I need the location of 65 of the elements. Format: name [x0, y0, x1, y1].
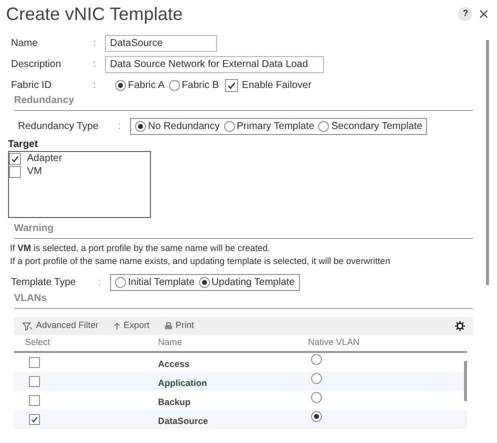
scrollbar[interactable]: [486, 40, 489, 285]
field-label: Target: [8, 139, 38, 151]
column-header: Select: [24, 336, 52, 350]
toolbar-button[interactable]: Print: [164, 319, 194, 333]
option-label: Secondary Template: [331, 120, 422, 134]
radio-button[interactable]: [198, 276, 210, 288]
table-cell: Backup: [158, 396, 191, 406]
table-cell: Access: [158, 358, 190, 368]
checkbox[interactable]: [29, 395, 40, 406]
upload-arrow-icon: [112, 322, 121, 330]
checkbox[interactable]: [9, 166, 21, 178]
close-button[interactable]: ×: [478, 5, 489, 23]
toolbar-button[interactable]: Export: [112, 319, 150, 333]
option-label: Fabric B: [182, 78, 219, 92]
table-cell: DataSource: [158, 416, 208, 426]
scrollbar[interactable]: [464, 361, 467, 401]
option-label: Fabric A: [128, 78, 165, 92]
filter-icon: [22, 322, 33, 330]
field-label: Fabric ID: [10, 78, 53, 92]
colon: :: [98, 276, 101, 290]
radio-button[interactable]: [115, 276, 126, 288]
radio-button[interactable]: [168, 80, 180, 90]
checkbox[interactable]: [29, 376, 40, 387]
toolbar-button[interactable]: Advanced Filter: [22, 319, 99, 333]
table-cell: Application: [158, 378, 207, 388]
colon: :: [118, 120, 121, 134]
section-heading: Warning: [14, 223, 54, 234]
option-label: Primary Template: [236, 120, 314, 134]
section-heading: VLANs: [14, 293, 47, 304]
option-label: No Redundancy: [148, 120, 220, 134]
dialog-title: Create vNIC Template: [6, 2, 183, 26]
radio-button[interactable]: [224, 120, 235, 132]
help-button[interactable]: ?: [458, 7, 472, 21]
checkbox[interactable]: [224, 78, 238, 92]
warning-text: If a port profile of the same name exists, and updating template is selected, it will be overwritten: [10, 255, 390, 268]
name-field[interactable]: DataSource: [105, 34, 217, 52]
checkbox-label: Enable Failover: [242, 78, 312, 92]
section-heading: Redundancy: [14, 95, 74, 106]
radio-button[interactable]: [311, 354, 322, 365]
radio-button[interactable]: [311, 373, 322, 384]
colon: :: [93, 58, 96, 72]
list-item-label: Adapter: [27, 152, 62, 166]
option-label: Updating Template: [212, 276, 295, 290]
radio-button[interactable]: [318, 120, 330, 132]
colon: :: [93, 36, 96, 50]
option-label: Initial Template: [128, 276, 195, 290]
field-label: Description: [10, 58, 62, 72]
radio-button[interactable]: [135, 120, 146, 132]
column-header: Native VLAN: [308, 336, 361, 350]
column-header: Name: [158, 336, 184, 350]
colon: :: [93, 78, 96, 92]
checkbox[interactable]: [29, 414, 40, 425]
printer-icon: [164, 322, 173, 330]
radio-button[interactable]: [311, 392, 322, 403]
list-item-label: VM: [27, 165, 42, 179]
settings-icon[interactable]: [455, 321, 465, 331]
checkbox[interactable]: [29, 357, 40, 368]
description-field[interactable]: Data Source Network for External Data Load: [105, 56, 324, 72]
field-label: Template Type: [10, 276, 77, 290]
warning-text: If VM is selected, a port profile by the same name will be created.: [10, 242, 270, 255]
field-label: Name: [10, 36, 39, 50]
field-label: Redundancy Type: [17, 120, 100, 134]
radio-button[interactable]: [115, 80, 126, 90]
radio-button[interactable]: [311, 411, 322, 422]
checkbox[interactable]: [9, 152, 21, 164]
